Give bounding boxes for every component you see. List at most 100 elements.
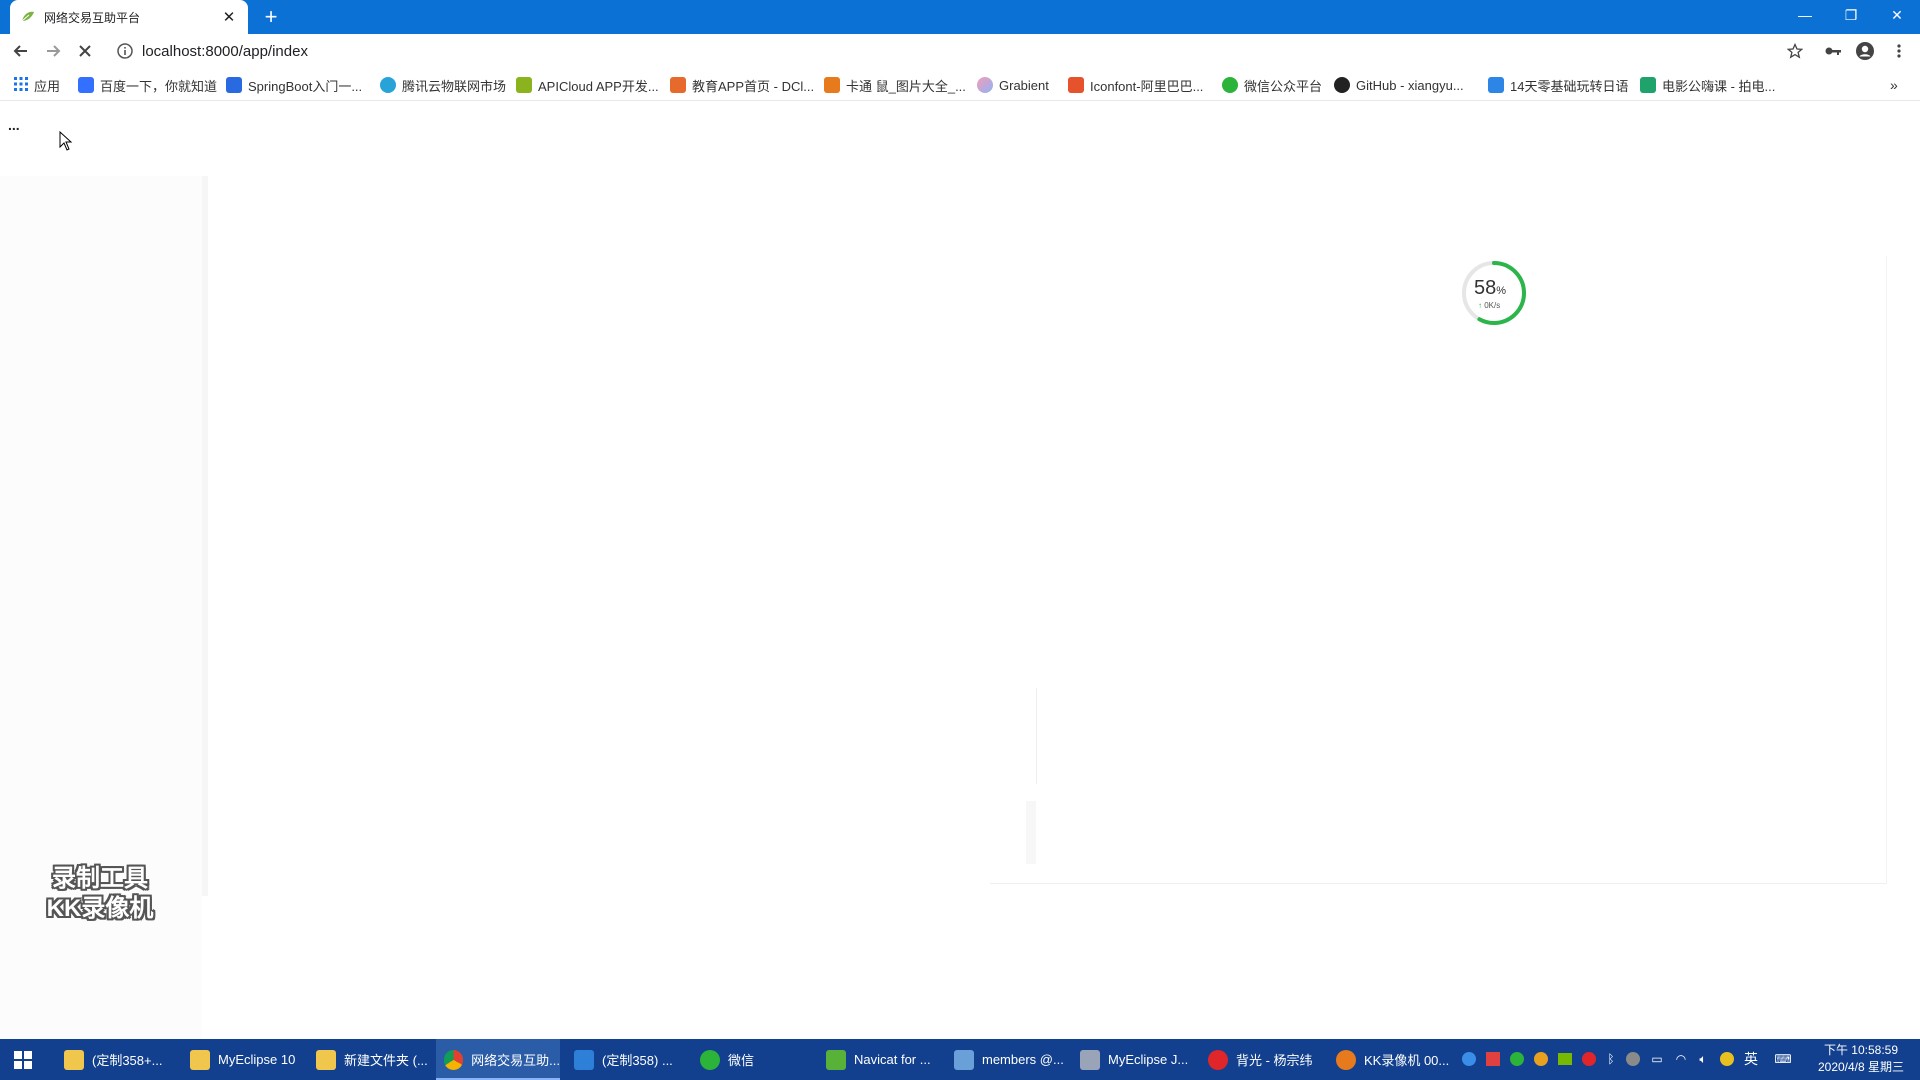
bookmark-item-apps[interactable]: 应用 <box>14 74 60 96</box>
taskbar-item-navicat[interactable]: Navicat for ... <box>818 1039 940 1080</box>
dcloud-icon <box>670 77 686 93</box>
cloud-icon <box>380 77 396 93</box>
taskbar-item-label: KK录像机 00... <box>1364 1053 1450 1068</box>
bookmark-item-dcloud[interactable]: 教育APP首页 - DCl... <box>670 74 814 96</box>
tray-music-icon[interactable] <box>1580 1050 1598 1068</box>
taskbar-item-label: MyEclipse J... <box>1108 1052 1189 1067</box>
panel-divider <box>1036 688 1037 784</box>
taskbar-item-chrome[interactable]: 网络交易互助... <box>436 1039 560 1080</box>
iconfont-icon <box>1068 77 1084 93</box>
restore-icon[interactable]: ❐ <box>1828 0 1874 30</box>
taskbar-item-label: 背光 - 杨宗纬 <box>1236 1053 1313 1068</box>
taskbar-item-new-folder[interactable]: 新建文件夹 (... <box>308 1039 430 1080</box>
bookmark-label: APICloud APP开发... <box>538 78 659 94</box>
bookmark-label: SpringBoot入门一... <box>248 78 363 94</box>
taskbar-item-word[interactable]: (定制358) ... <box>566 1039 686 1080</box>
site-favicon-icon <box>20 9 36 25</box>
taskbar-item-label: (定制358) ... <box>602 1053 673 1068</box>
apps-grid-icon <box>14 76 28 94</box>
mouse-cursor-icon <box>59 130 73 156</box>
tray-wechat-icon[interactable] <box>1508 1050 1526 1068</box>
tab-title: 网络交易互助平台 <box>44 10 141 25</box>
taskbar-item-folder-1[interactable]: (定制358+... <box>56 1039 178 1080</box>
web-page-content: ... 58% ↑ 0K/s 录制工具 KK录像机 <box>0 101 1920 1039</box>
tray-ime-icon[interactable] <box>1718 1050 1736 1068</box>
bookmark-item-baidu[interactable]: 百度一下，你就知道 <box>78 74 217 96</box>
taskbar-item-label: 微信 <box>728 1053 755 1068</box>
bookmarks-overflow-button[interactable]: » <box>1890 74 1898 96</box>
close-tab-icon[interactable]: ✕ <box>220 8 238 26</box>
profile-button[interactable] <box>1852 38 1878 64</box>
folder-icon <box>316 1049 336 1070</box>
taskbar-item-myeclipse10[interactable]: MyEclipse 10 <box>182 1039 302 1080</box>
bookmark-item-wechat-mp[interactable]: 微信公众平台 <box>1222 74 1322 96</box>
folder-icon <box>190 1049 210 1070</box>
taskbar-item-label: 新建文件夹 (... <box>344 1053 428 1068</box>
sidebar-edge <box>202 176 208 896</box>
browser-menu-button[interactable] <box>1886 38 1912 64</box>
bluetooth-icon[interactable]: ᛒ <box>1602 1050 1620 1068</box>
tray-app-icon[interactable] <box>1484 1050 1502 1068</box>
taskbar-item-members[interactable]: members @... <box>946 1039 1066 1080</box>
apicloud-icon <box>516 77 532 93</box>
arrow-right-icon <box>47 45 61 57</box>
loading-indicator: ... <box>8 117 20 133</box>
table-icon <box>954 1049 974 1070</box>
bookmark-item-japanese[interactable]: 14天零基础玩转日语 <box>1488 74 1628 96</box>
bookmark-item-github[interactable]: GitHub - xiangyu... <box>1334 74 1464 96</box>
bookmark-item-cartoon[interactable]: 卡通 鼠_图片大全_... <box>824 74 966 96</box>
bookmark-item-iconfont[interactable]: Iconfont-阿里巴巴... <box>1068 74 1203 96</box>
tray-nvidia-icon[interactable] <box>1556 1050 1574 1068</box>
clock-date: 2020/4/8 星期三 <box>1817 1060 1905 1074</box>
tray-app-icon[interactable] <box>1624 1050 1642 1068</box>
bookmark-item-springboot[interactable]: SpringBoot入门一... <box>226 74 362 96</box>
start-button[interactable] <box>0 1039 46 1080</box>
taskbar-item-music[interactable]: 背光 - 杨宗纬 <box>1200 1039 1322 1080</box>
forward-button[interactable] <box>40 38 66 64</box>
password-key-button[interactable] <box>1820 38 1846 64</box>
bookmark-star-button[interactable] <box>1782 38 1808 64</box>
speed-rate-value: 0K/s <box>1484 301 1501 310</box>
tray-app-icon[interactable] <box>1460 1050 1478 1068</box>
bookmark-item-grabient[interactable]: Grabient <box>977 74 1049 96</box>
bookmark-item-apicloud[interactable]: APICloud APP开发... <box>516 74 659 96</box>
taskbar-item-myeclipse-j[interactable]: MyEclipse J... <box>1072 1039 1194 1080</box>
minimize-icon[interactable]: — <box>1782 0 1828 30</box>
address-bar[interactable]: localhost:8000/app/index <box>110 37 1800 65</box>
new-tab-button[interactable]: + <box>258 4 284 30</box>
course-e-icon <box>1640 77 1656 93</box>
close-window-icon[interactable]: ✕ <box>1874 0 1920 30</box>
info-icon <box>117 43 133 59</box>
network-speed-meter[interactable]: 58% ↑ 0K/s <box>1460 259 1528 327</box>
document-icon <box>574 1049 594 1070</box>
bookmark-label: 电影公嗨课 - 拍电... <box>1662 78 1776 94</box>
taskbar-clock[interactable]: 下午 10:58:59 2020/4/8 星期三 <box>1806 1042 1916 1076</box>
stop-loading-button[interactable] <box>72 38 98 64</box>
volume-icon[interactable]: 🔈︎ <box>1694 1050 1712 1068</box>
stop-icon <box>79 45 91 57</box>
recorder-watermark: 录制工具 KK录像机 <box>30 864 170 924</box>
watermark-line-2: KK录像机 <box>46 895 154 922</box>
bookmark-item-movie-course[interactable]: 电影公嗨课 - 拍电... <box>1640 74 1775 96</box>
browser-title-bar: 网络交易互助平台 ✕ + — ❐ ✕ <box>0 0 1920 34</box>
eclipse-icon <box>1080 1049 1100 1070</box>
bookmark-label: Grabient <box>999 77 1049 93</box>
avatar-icon <box>1856 42 1874 60</box>
taskbar-item-kk-recorder[interactable]: KK录像机 00... <box>1328 1039 1450 1080</box>
taskbar-item-label: 网络交易互助... <box>471 1053 560 1068</box>
taskbar-item-wechat[interactable]: 微信 <box>692 1039 812 1080</box>
keyboard-icon[interactable]: ⌨ <box>1774 1050 1792 1068</box>
back-button[interactable] <box>8 38 34 64</box>
wechat-icon <box>700 1049 720 1070</box>
bookmark-item-tencent-iot[interactable]: 腾讯云物联网市场 <box>380 74 506 96</box>
speed-rate: ↑ 0K/s <box>1478 301 1500 310</box>
input-language-indicator[interactable]: 英 <box>1742 1050 1760 1068</box>
wifi-icon[interactable]: ◠ <box>1672 1050 1690 1068</box>
taskbar-item-label: MyEclipse 10 <box>218 1052 296 1067</box>
tray-app-icon[interactable] <box>1532 1050 1550 1068</box>
wechat-icon <box>1222 77 1238 93</box>
battery-icon[interactable]: ▭ <box>1648 1050 1666 1068</box>
folder-icon <box>64 1049 84 1070</box>
browser-tab[interactable]: 网络交易互助平台 ✕ <box>10 0 248 34</box>
netease-music-icon <box>1208 1049 1228 1070</box>
